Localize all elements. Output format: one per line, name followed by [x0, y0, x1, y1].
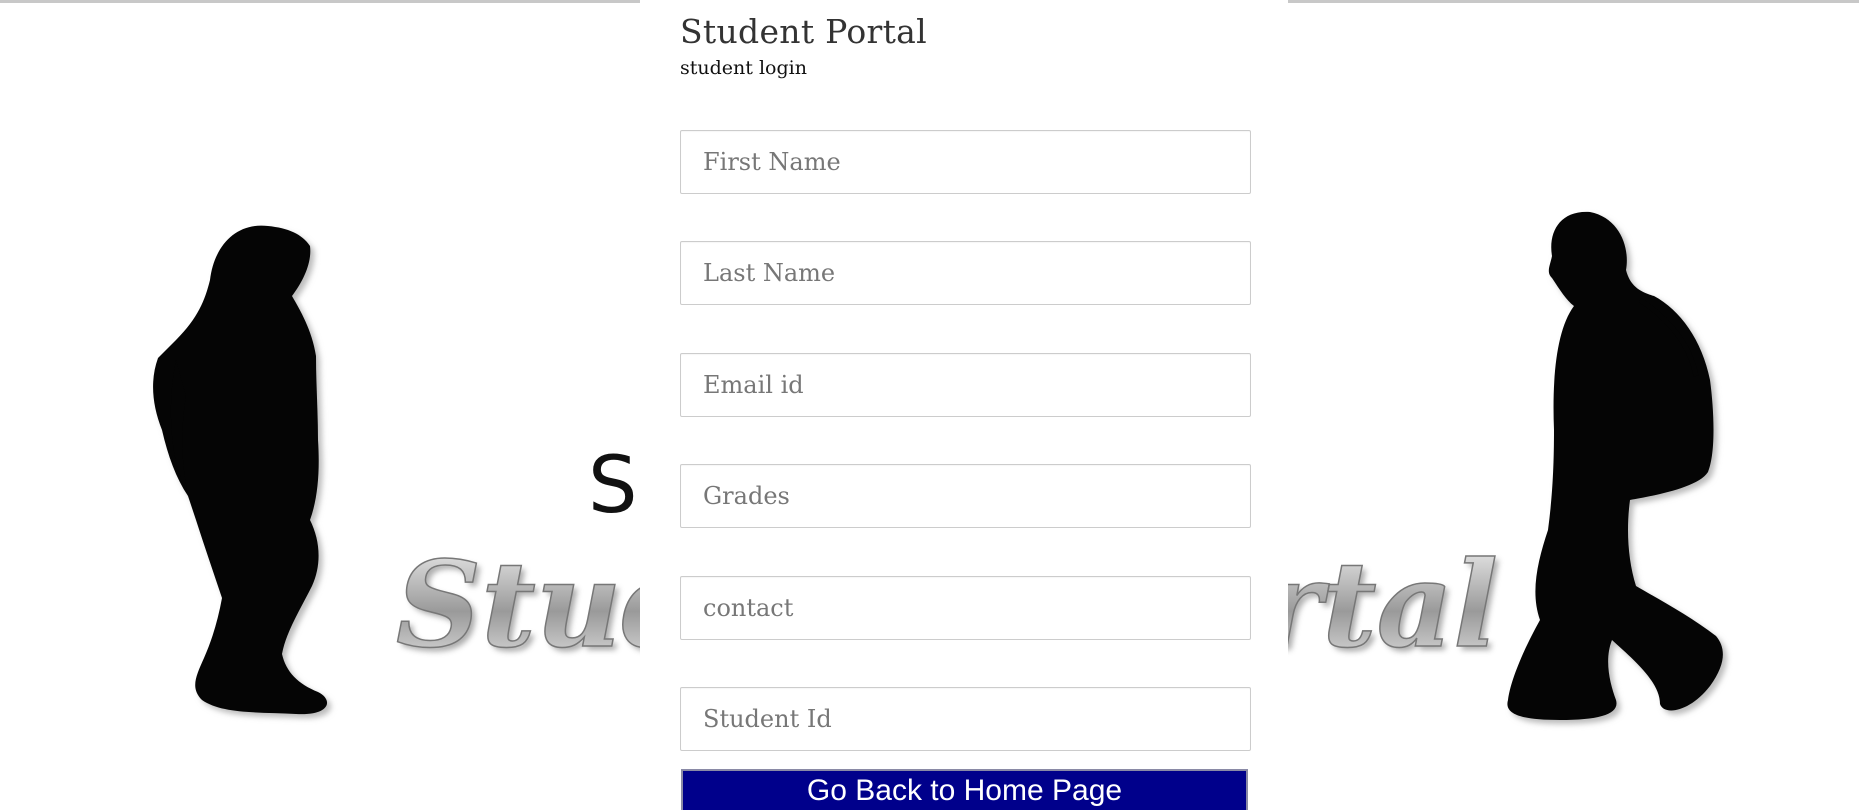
email-input[interactable] — [680, 353, 1251, 417]
grades-input[interactable] — [680, 464, 1251, 528]
first-name-input[interactable] — [680, 130, 1251, 194]
girl-silhouette-icon — [153, 225, 332, 719]
contact-input[interactable] — [680, 576, 1251, 640]
student-id-input[interactable] — [680, 687, 1251, 751]
logo-wordmark-right: rtal — [1260, 535, 1498, 674]
page-title: Student Portal — [680, 12, 927, 51]
go-back-home-button[interactable]: Go Back to Home Page — [681, 769, 1248, 810]
logo-letter-s: S — [588, 441, 638, 531]
page-subtitle: student login — [680, 57, 807, 79]
page: S Stud Stud rtal rtal Student Portal stu… — [0, 0, 1859, 810]
boy-silhouette-icon — [1507, 211, 1727, 725]
last-name-input[interactable] — [680, 241, 1251, 305]
